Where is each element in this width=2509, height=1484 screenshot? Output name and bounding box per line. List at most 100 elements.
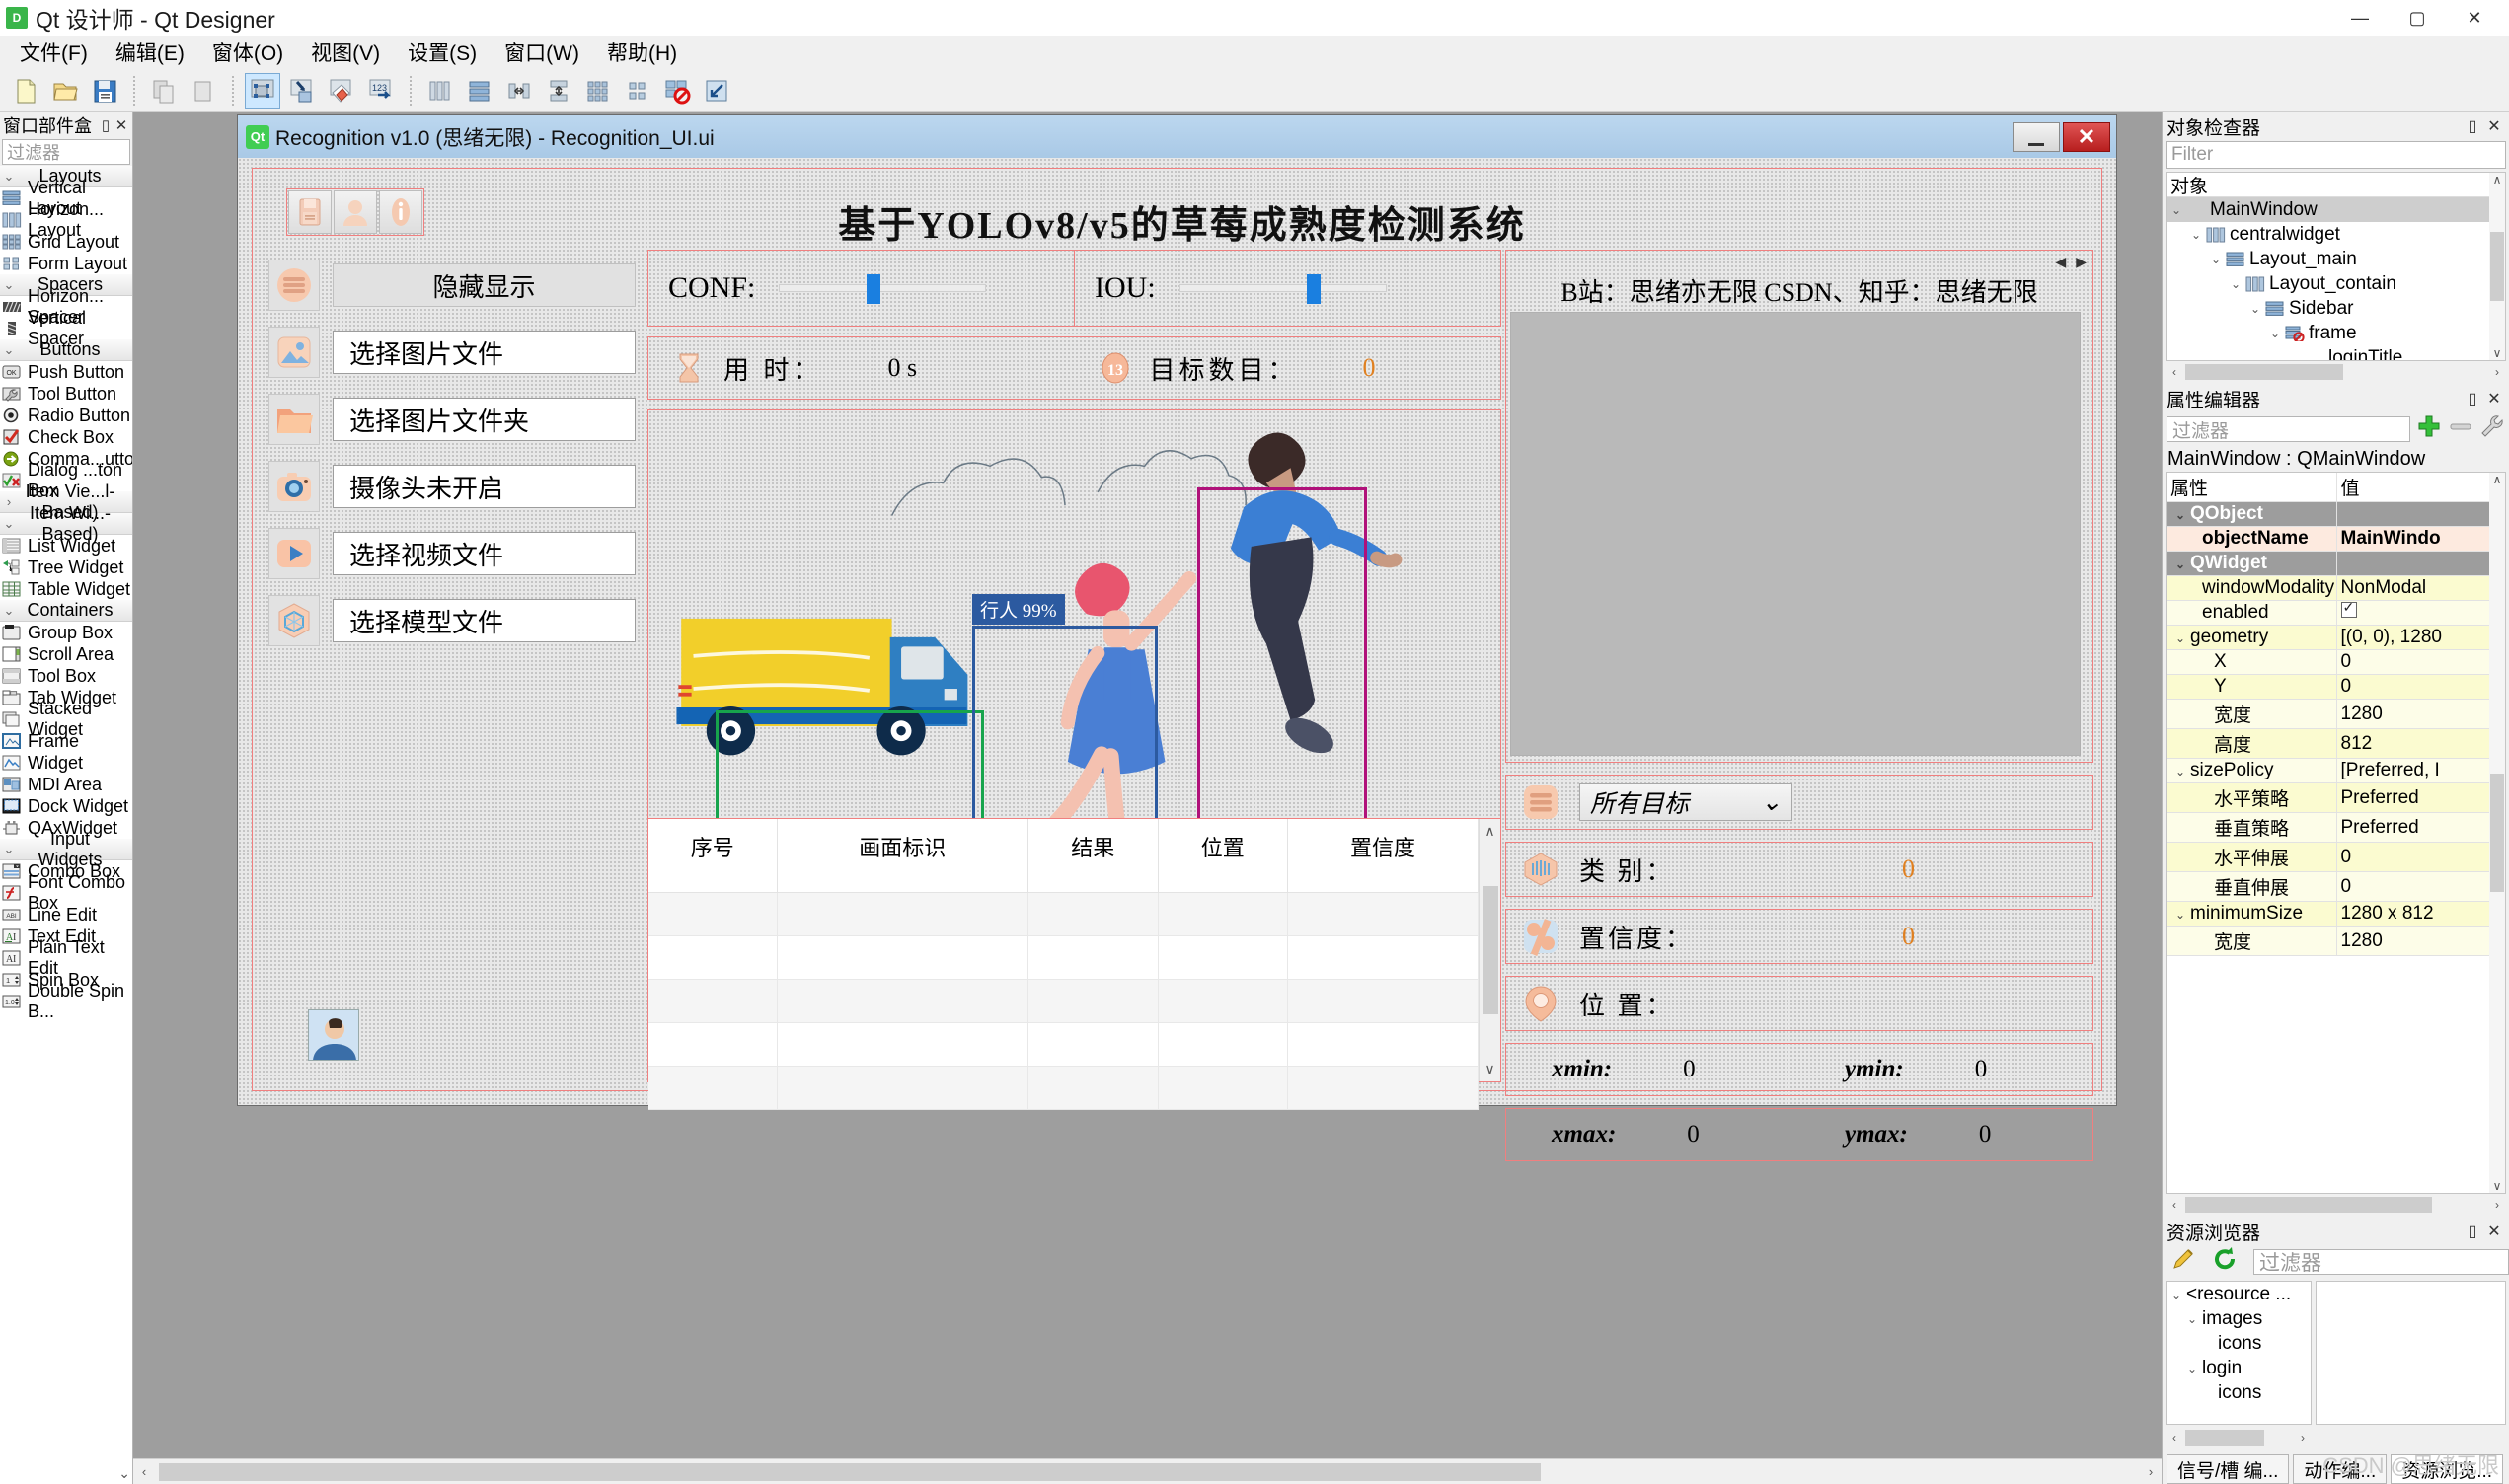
resource-tree-item[interactable]: ⌄ login (2167, 1356, 2311, 1380)
table-cell[interactable] (1027, 892, 1159, 936)
table-row[interactable] (648, 1066, 1479, 1110)
widget-group-item-wi-based[interactable]: ⌄ Item Wi...-Based) (0, 503, 132, 544)
widget-group-buttons[interactable]: ⌄ Buttons (0, 339, 132, 361)
table-cell[interactable] (648, 1022, 778, 1067)
chevron-down-icon[interactable]: ⌄ (2182, 1362, 2202, 1375)
object-inspector-filter-input[interactable]: Filter (2166, 141, 2506, 169)
object-tree[interactable]: 对象 ⌄ MainWindow ⌄ centralwidget ⌄ Layout_main ⌄… (2166, 172, 2506, 361)
results-table[interactable]: 序号 画面标识 结果 位置 置信度 (648, 819, 1479, 1110)
widget-item-tool-button[interactable]: Tool Button (0, 383, 132, 405)
scroll-up-arrow-icon[interactable]: ∧ (1484, 823, 1494, 840)
resource-scroll-track[interactable] (2183, 1430, 2294, 1446)
property-value[interactable]: 1280 (2336, 926, 2505, 956)
adjust-size-icon[interactable] (699, 73, 734, 109)
table-cell[interactable] (1287, 979, 1479, 1023)
chevron-down-icon[interactable]: ⌄ (2170, 765, 2190, 779)
resource-tree-item[interactable]: ⌄ <resource ... (2167, 1282, 2311, 1306)
menu-help[interactable]: 帮助(H) (593, 34, 691, 71)
layout-grid-icon[interactable] (580, 73, 616, 109)
widget-group-containers[interactable]: ⌄ Containers (0, 600, 132, 622)
widget-box-list[interactable]: ⌄ Layouts Vertical Layout Horizon... Layout… (0, 166, 132, 1484)
table-cell[interactable] (648, 979, 778, 1023)
chevron-down-icon[interactable]: ⌄ (2226, 277, 2245, 291)
table-cell[interactable] (1158, 1022, 1289, 1067)
table-cell[interactable] (1027, 1022, 1159, 1067)
canvas-scroll-left-icon[interactable]: ‹ (133, 1464, 155, 1479)
property-editor-close-button[interactable]: ✕ (2483, 389, 2505, 408)
object-tree-scroll-left-icon[interactable]: ‹ (2166, 365, 2183, 379)
property-row[interactable]: 宽度 1280 (2167, 699, 2505, 729)
form-canvas[interactable]: 基于YOLOv8/v5的草莓成熟度检测系统 隐藏显示 选择图片文件 选择图片文件… (238, 158, 2116, 1161)
chevron-down-icon[interactable]: ⌄ (2206, 253, 2226, 266)
menu-view[interactable]: 视图(V) (297, 34, 394, 71)
widget-box-float-button[interactable]: ▯ (98, 116, 114, 134)
property-row[interactable]: 水平伸展 0 (2167, 842, 2505, 872)
property-value[interactable]: 0 (2336, 674, 2505, 700)
widget-item-tool-box[interactable]: Tool Box (0, 665, 132, 687)
paste-icon[interactable] (186, 73, 221, 109)
property-value[interactable]: Preferred (2336, 812, 2505, 843)
sidebar-row-select-video[interactable]: 选择视频文件 (268, 528, 636, 579)
property-row[interactable]: 宽度 1280 (2167, 926, 2505, 956)
chevron-down-icon[interactable]: ⌄ (2170, 508, 2190, 522)
conf-slider[interactable] (779, 274, 987, 304)
object-scroll-thumb[interactable] (2490, 232, 2504, 301)
chevron-down-icon[interactable]: ⌄ (2186, 228, 2206, 242)
window-maximize-button[interactable]: ▢ (2389, 0, 2446, 36)
property-value[interactable]: MainWindo (2336, 526, 2505, 552)
hide-show-button[interactable]: 隐藏显示 (333, 263, 636, 307)
widget-item-tree-widget[interactable]: Tree Widget (0, 556, 132, 578)
property-value[interactable]: 1280 x 812 (2336, 901, 2505, 927)
widget-item-plain-text-edit[interactable]: A I Plain Text Edit (0, 937, 132, 978)
object-inspector-close-button[interactable]: ✕ (2483, 116, 2505, 136)
property-editor-float-button[interactable]: ▯ (2462, 389, 2483, 408)
sidebar-row-select-image[interactable]: 选择图片文件 (268, 327, 636, 378)
window-close-button[interactable]: ✕ (2446, 0, 2503, 36)
canvas-scroll-track[interactable] (155, 1462, 2140, 1481)
save-file-icon[interactable] (87, 73, 122, 109)
table-cell[interactable] (777, 892, 1029, 936)
select-model-file-field[interactable]: 选择模型文件 (333, 599, 636, 642)
property-hscroll-thumb[interactable] (2185, 1197, 2432, 1213)
select-image-folder-field[interactable]: 选择图片文件夹 (333, 398, 636, 441)
results-column-header[interactable]: 序号 (648, 819, 778, 893)
widget-item-horizon-layout[interactable]: Horizon... Layout (0, 199, 132, 240)
add-property-icon[interactable] (2416, 413, 2442, 445)
widget-box-close-button[interactable]: ✕ (114, 116, 129, 134)
widget-item-table-widget[interactable]: Table Widget (0, 578, 132, 600)
chevron-down-icon[interactable]: ⌄ (2170, 908, 2190, 922)
table-cell[interactable] (1158, 892, 1289, 936)
layout-splitter-v-icon[interactable] (541, 73, 576, 109)
table-cell[interactable] (1287, 935, 1479, 980)
resource-tree-item[interactable]: icons (2167, 1380, 2311, 1405)
scroll-down-arrow-icon[interactable]: ∨ (1484, 1061, 1494, 1077)
table-cell[interactable] (777, 1022, 1029, 1067)
chevron-down-icon[interactable]: ⌄ (2170, 631, 2190, 645)
resource-tree[interactable]: ⌄ <resource ... ⌄ images icons ⌄ login icons (2166, 1281, 2312, 1425)
property-row[interactable]: X0 (2167, 649, 2505, 675)
object-tree-scroll-track[interactable] (2183, 364, 2488, 380)
layout-splitter-h-icon[interactable] (501, 73, 537, 109)
edit-buddies-icon[interactable] (324, 73, 359, 109)
object-tree-item-frame[interactable]: ⌄ frame (2167, 321, 2505, 345)
property-scroll-up-icon[interactable]: ∧ (2493, 473, 2502, 486)
table-cell[interactable] (1027, 979, 1159, 1023)
edit-tab-order-icon[interactable]: 123 (363, 73, 399, 109)
sidebar-row-select-model[interactable]: 选择模型文件 (268, 595, 636, 646)
menu-file[interactable]: 文件(F) (6, 34, 102, 71)
object-scroll-up-icon[interactable]: ∧ (2493, 173, 2502, 186)
pencil-icon[interactable] (2170, 1246, 2196, 1278)
secondary-preview[interactable] (1510, 312, 2081, 756)
property-value[interactable]: NonModal (2336, 575, 2505, 601)
property-row[interactable]: ⌄ QWidget (2167, 551, 2505, 576)
resource-tree-hscroll[interactable]: ‹ › (2166, 1427, 2312, 1448)
resource-browser-close-button[interactable]: ✕ (2483, 1222, 2505, 1241)
remove-property-icon[interactable] (2448, 413, 2473, 445)
widget-item-list-widget[interactable]: List Widget (0, 535, 132, 556)
property-row[interactable]: 高度 812 (2167, 728, 2505, 759)
edit-widgets-icon[interactable] (245, 72, 280, 109)
camera-status-field[interactable]: 摄像头未开启 (333, 465, 636, 508)
select-image-file-field[interactable]: 选择图片文件 (333, 331, 636, 374)
widget-item-grid-layout[interactable]: Grid Layout (0, 231, 132, 253)
new-file-icon[interactable] (8, 73, 43, 109)
